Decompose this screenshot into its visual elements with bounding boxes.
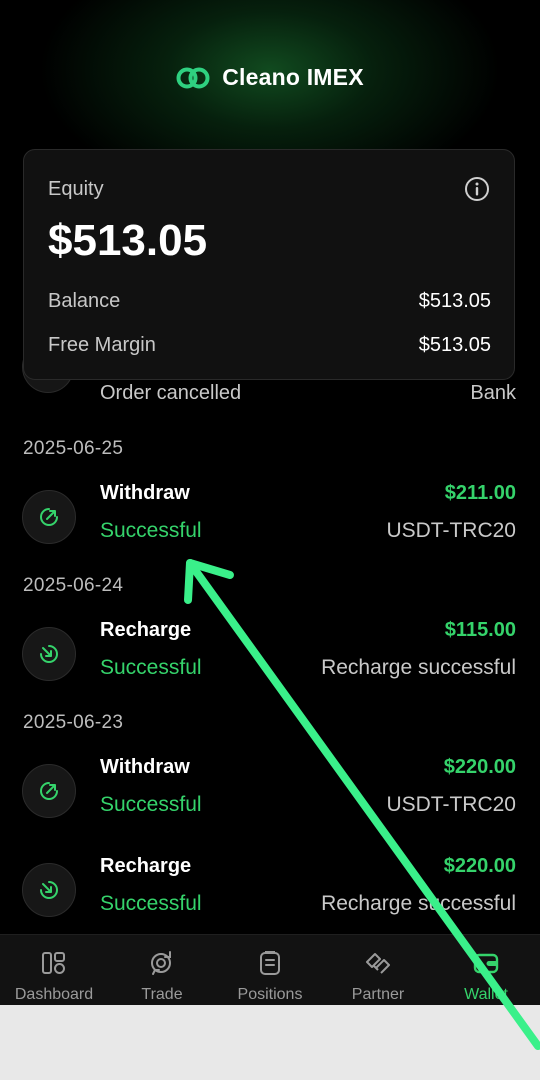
transaction-note: USDT-TRC20 <box>386 793 516 816</box>
equity-value: $513.05 <box>48 216 208 265</box>
withdraw-icon <box>22 764 76 818</box>
transaction-note: Recharge successful <box>321 892 516 915</box>
nav-trade[interactable]: Trade <box>108 935 216 1005</box>
wallet-screen: Cleano IMEX Order cancelled Bank 2025-06… <box>0 0 540 1005</box>
nav-label: Positions <box>237 986 303 1003</box>
date-header: 2025-06-23 <box>23 712 124 733</box>
equity-label: Equity <box>48 178 104 200</box>
trade-icon <box>151 951 171 975</box>
recharge-icon <box>22 627 76 681</box>
nav-label: Wallet <box>464 986 508 1003</box>
app-header: Cleano IMEX <box>0 64 540 91</box>
date-header: 2025-06-25 <box>23 438 124 459</box>
positions-icon <box>260 951 280 975</box>
brand-logo-icon <box>176 67 210 88</box>
date-header: 2025-06-24 <box>23 575 124 596</box>
transaction-note: USDT-TRC20 <box>386 519 516 542</box>
transaction-amount: $220.00 <box>443 756 516 778</box>
transaction-amount: $220.00 <box>443 855 516 877</box>
nav-wallet[interactable]: Wallet <box>432 935 540 1005</box>
transaction-row[interactable]: Recharge Successful $115.00 Recharge suc… <box>0 619 540 699</box>
transaction-status: Successful <box>100 892 202 915</box>
nav-label: Dashboard <box>14 986 94 1003</box>
wallet-icon <box>473 953 499 974</box>
nav-partner[interactable]: Partner <box>324 935 432 1005</box>
transaction-status: Successful <box>100 519 202 542</box>
nav-positions[interactable]: Positions <box>216 935 324 1005</box>
withdraw-icon <box>22 490 76 544</box>
brand-name: Cleano IMEX <box>222 64 364 90</box>
transaction-status: Successful <box>100 793 202 816</box>
transaction-type: Withdraw <box>100 756 190 778</box>
free-margin-value: $513.05 <box>418 334 491 356</box>
transaction-amount: $211.00 <box>444 482 516 504</box>
partial-item-status: Order cancelled <box>100 382 242 404</box>
nav-label: Partner <box>351 986 405 1003</box>
bottom-nav: Dashboard Trade Positions Partner Wallet <box>0 934 540 1005</box>
nav-dashboard[interactable]: Dashboard <box>0 935 108 1005</box>
balance-value: $513.05 <box>418 290 491 312</box>
transaction-note: Recharge successful <box>321 656 516 679</box>
equity-card: Equity $513.05 Balance $513.05 Free Marg… <box>23 149 515 380</box>
partner-icon <box>366 953 390 974</box>
transaction-row[interactable]: Withdraw Successful $211.00 USDT-TRC20 <box>0 482 540 562</box>
info-icon[interactable] <box>464 176 490 202</box>
nav-label: Trade <box>141 986 183 1003</box>
balance-label: Balance <box>48 290 121 312</box>
transaction-row[interactable]: Recharge Successful $220.00 Recharge suc… <box>0 855 540 935</box>
transaction-row[interactable]: Withdraw Successful $220.00 USDT-TRC20 <box>0 756 540 836</box>
transaction-type: Recharge <box>100 855 192 877</box>
transaction-amount: $115.00 <box>444 619 516 641</box>
system-bottom-area <box>0 1005 540 1080</box>
transaction-type: Withdraw <box>100 482 190 504</box>
recharge-icon <box>22 863 76 917</box>
dashboard-icon <box>42 952 65 974</box>
transaction-status: Successful <box>100 656 202 679</box>
free-margin-label: Free Margin <box>48 334 156 356</box>
transaction-type: Recharge <box>100 619 192 641</box>
partial-item-note: Bank <box>470 382 516 404</box>
